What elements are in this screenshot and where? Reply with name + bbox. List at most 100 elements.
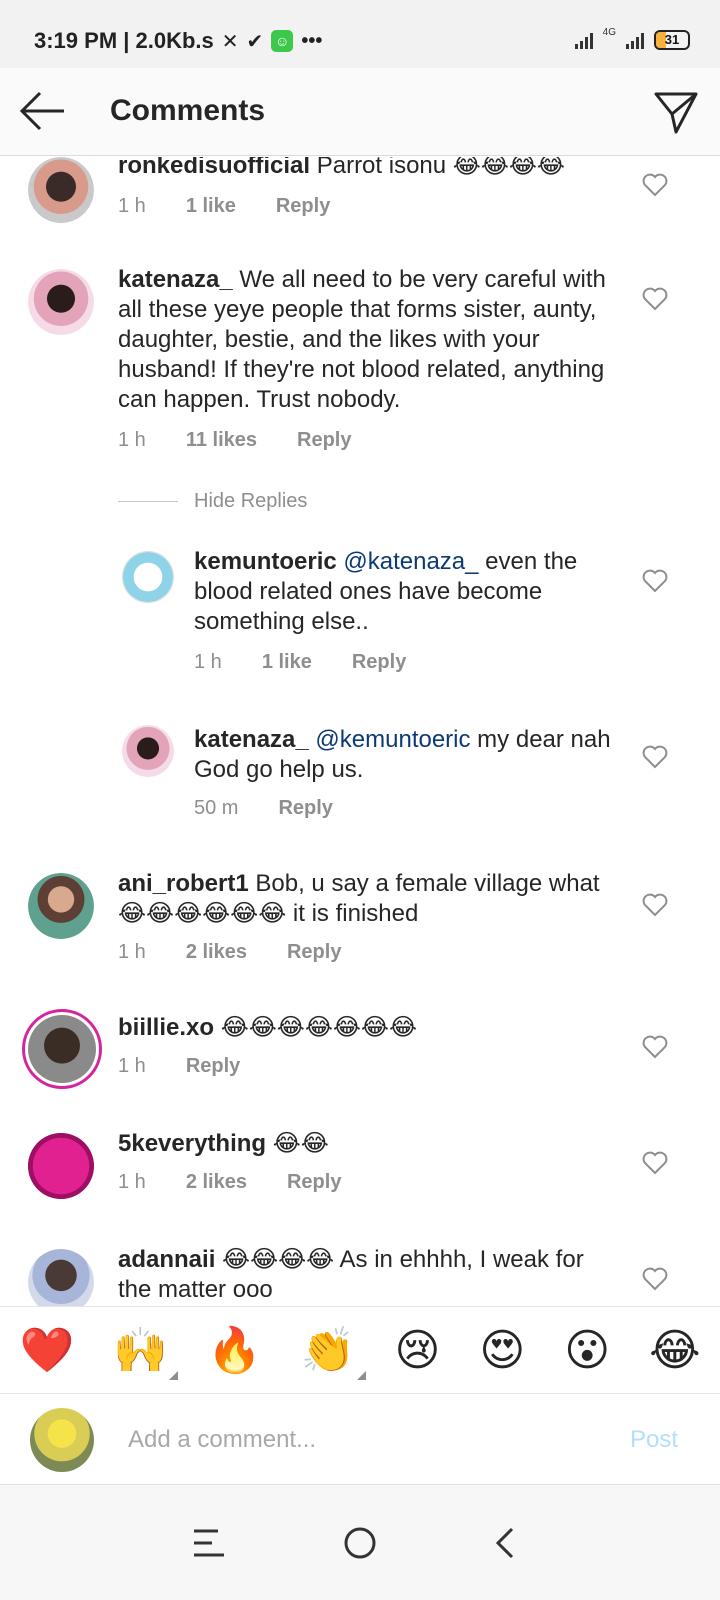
reply-button[interactable]: Reply (278, 797, 332, 820)
heart-outline-icon[interactable] (642, 569, 668, 593)
avatar[interactable] (28, 873, 94, 939)
post-button[interactable]: Post (630, 1426, 678, 1454)
app-notification-icon: ☺ (271, 30, 294, 52)
battery-icon: 31 (654, 30, 690, 50)
comment-body: 😂😂 (266, 1130, 329, 1157)
nav-back-button[interactable] (484, 1521, 528, 1565)
battery-label: 31 (664, 32, 680, 47)
status-left: 3:19 PM | 2.0Kb.s ✕ ✔ ☺ ••• (34, 28, 322, 54)
emoji-raised-hands-button[interactable]: 🙌 (113, 1324, 179, 1380)
emoji-surprised-button[interactable]: 😮 (564, 1325, 610, 1376)
reply-button[interactable]: Reply (287, 1171, 341, 1194)
nav-menu-button[interactable] (188, 1521, 232, 1565)
chevron-left-icon (495, 1527, 514, 1559)
reply-time: 1 h (194, 651, 222, 673)
status-right: 4G 31 (574, 26, 690, 50)
reply-button[interactable]: Reply (186, 1055, 240, 1078)
comment-username[interactable]: 5keverything (118, 1130, 266, 1157)
emoji-heart-eyes-button[interactable]: 😍 (479, 1325, 525, 1376)
heart-outline-icon[interactable] (642, 1035, 668, 1059)
comments-list[interactable]: ronkedisuofficial Parrot isonu 😂😂😂😂 1 h … (0, 157, 720, 1332)
arrow-left-icon (19, 91, 64, 131)
heart-outline-icon[interactable] (642, 173, 668, 197)
reply-button[interactable]: Reply (297, 429, 351, 452)
hide-replies-button[interactable]: Hide Replies (118, 490, 307, 513)
comment-time: 1 h (118, 941, 146, 963)
reply-username[interactable]: katenaza_ (194, 726, 309, 753)
quick-emoji-bar: ❤️ 🙌 🔥 👏 😢 😍 😮 😂 (0, 1306, 720, 1394)
comment-text: biillie.xo 😂😂😂😂😂😂😂 (118, 1013, 618, 1043)
more-icon: ••• (301, 29, 323, 52)
signal-icon (574, 31, 593, 49)
emoji-clap-button[interactable]: 👏 (301, 1324, 366, 1380)
reply-time: 50 m (194, 797, 239, 819)
reply-text: katenaza_ @kemuntoeric my dear nah God g… (194, 725, 614, 785)
reply-mention[interactable]: @kemuntoeric (309, 726, 470, 753)
emoji-heart-button[interactable]: ❤️ (19, 1324, 74, 1376)
check-icon: ✔ (246, 30, 264, 53)
avatar-story-ring[interactable] (22, 1009, 102, 1089)
comment-likes[interactable]: 11 likes (186, 429, 257, 452)
heart-outline-icon[interactable] (642, 287, 668, 311)
comment-username[interactable]: biillie.xo (118, 1014, 214, 1041)
comment-likes[interactable]: 2 likes (186, 941, 247, 964)
avatar[interactable] (28, 1133, 94, 1199)
emoji-fire-button[interactable]: 🔥 (207, 1324, 262, 1376)
emoji-crying-button[interactable]: 😢 (395, 1325, 441, 1376)
comment-item: ani_robert1 Bob, u say a female village … (0, 870, 720, 993)
heart-outline-icon[interactable] (642, 1267, 668, 1291)
heart-outline-icon[interactable] (642, 745, 668, 769)
header: Comments (0, 68, 720, 156)
reply-button[interactable]: Reply (276, 195, 330, 218)
comment-username[interactable]: ronkedisuofficial (118, 157, 310, 179)
back-button[interactable] (18, 88, 68, 134)
comment-username[interactable]: ani_robert1 (118, 870, 249, 897)
status-bar: 3:19 PM | 2.0Kb.s ✕ ✔ ☺ ••• 4G 31 (0, 0, 720, 68)
divider (118, 501, 178, 502)
comment-text: katenaza_ We all need to be very careful… (118, 265, 618, 415)
paper-plane-icon (654, 92, 698, 134)
comment-text: ani_robert1 Bob, u say a female village … (118, 869, 618, 929)
status-time: 3:19 PM | 2.0Kb.s (34, 28, 214, 53)
heart-outline-icon[interactable] (642, 1151, 668, 1175)
comment-likes[interactable]: 2 likes (186, 1171, 247, 1194)
comment-item: ronkedisuofficial Parrot isonu 😂😂😂😂 1 h … (0, 157, 720, 257)
page-title: Comments (110, 94, 266, 127)
comment-composer: Post (0, 1394, 720, 1484)
comment-username[interactable]: katenaza_ (118, 266, 233, 293)
reply-username[interactable]: kemuntoeric (194, 548, 337, 575)
reply-text: kemuntoeric @katenaza_ even the blood re… (194, 547, 614, 637)
system-nav-bar (0, 1484, 720, 1600)
comment-likes[interactable]: 1 like (186, 195, 236, 218)
avatar[interactable] (122, 551, 174, 603)
avatar[interactable] (28, 157, 94, 223)
network-label: 4G (602, 26, 616, 38)
mute-icon: ✕ (221, 30, 239, 53)
heart-outline-icon[interactable] (642, 893, 668, 917)
comment-username[interactable]: adannaii (118, 1246, 215, 1273)
avatar[interactable] (28, 269, 94, 335)
my-avatar (30, 1408, 94, 1472)
comment-text: 5keverything 😂😂 (118, 1129, 618, 1159)
comment-input[interactable] (128, 1422, 588, 1458)
comment-meta: 1 h 2 likes Reply (118, 1171, 341, 1194)
emoji-laughing-button[interactable]: 😂 (649, 1325, 700, 1376)
avatar[interactable] (122, 725, 174, 777)
reply-button[interactable]: Reply (352, 651, 406, 674)
comment-body: Parrot isonu 😂😂😂😂 (310, 157, 565, 179)
nav-home-button[interactable] (338, 1521, 382, 1565)
share-button[interactable] (652, 88, 700, 136)
hide-replies-label: Hide Replies (194, 490, 308, 512)
reply-mention[interactable]: @katenaza_ (337, 548, 478, 575)
circle-home-icon (344, 1527, 376, 1559)
signal-2-icon (626, 31, 644, 49)
menu-icon (194, 1529, 224, 1557)
reply-likes[interactable]: 1 like (262, 651, 312, 674)
reply-button[interactable]: Reply (287, 941, 341, 964)
reply-meta: 50 m Reply (194, 797, 333, 820)
comment-item: biillie.xo 😂😂😂😂😂😂😂 1 h Reply (0, 1009, 720, 1119)
comment-time: 1 h (118, 429, 146, 451)
comment-meta: 1 h 11 likes Reply (118, 429, 351, 452)
reply-item: katenaza_ @kemuntoeric my dear nah God g… (0, 725, 720, 845)
comment-meta: 1 h 1 like Reply (118, 195, 330, 218)
